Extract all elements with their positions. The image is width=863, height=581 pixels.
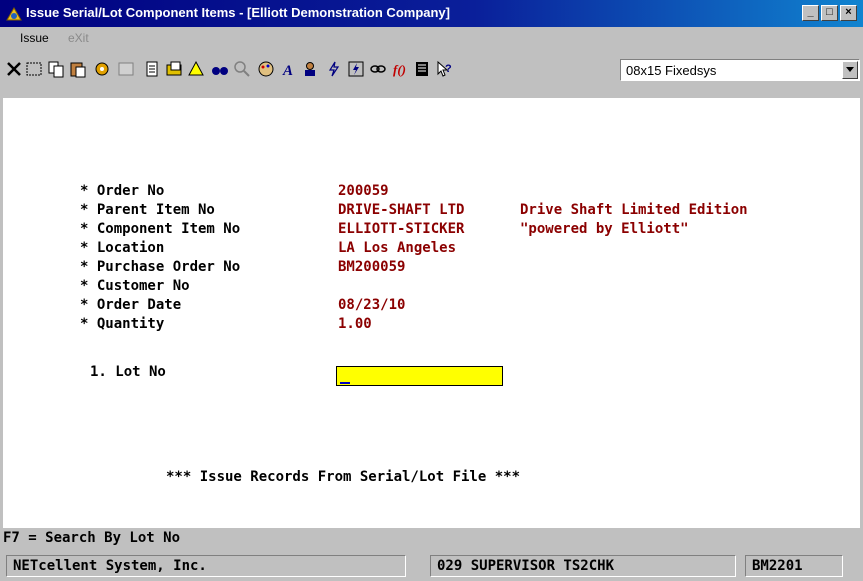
menu-exit[interactable]: eXit [68, 31, 89, 45]
issue-records-banner: *** Issue Records From Serial/Lot File *… [166, 469, 521, 485]
status-user: 029 SUPERVISOR TS2CHK [430, 555, 736, 577]
menu-bar: Issue eXit [0, 27, 863, 49]
field-value-component-item: ELLIOTT-STICKER [338, 221, 465, 237]
lightning-icon[interactable] [324, 58, 344, 80]
form-area: * Order No * Parent Item No * Component … [3, 98, 860, 528]
function-key-hint-bar: F7 = Search By Lot No [0, 528, 863, 549]
svg-text:f(): f() [393, 62, 406, 77]
settings-icon[interactable] [92, 58, 112, 80]
font-icon[interactable]: A [278, 58, 298, 80]
title-bar: Issue Serial/Lot Component Items - [Elli… [0, 0, 863, 27]
link-icon[interactable] [368, 58, 388, 80]
field-label-quantity: * Quantity [80, 316, 165, 332]
field-label-customer-no: * Customer No [80, 278, 190, 294]
field-desc-parent-item: Drive Shaft Limited Edition [520, 202, 748, 218]
minimize-button[interactable]: _ [802, 5, 819, 21]
app-icon [6, 7, 22, 21]
field-value-order-no: 200059 [338, 183, 389, 199]
notes-icon[interactable] [142, 58, 162, 80]
toolbar: A f() ? 08x15 Fixedsys [0, 50, 863, 98]
magnify-icon[interactable] [232, 58, 252, 80]
select-icon[interactable] [24, 58, 44, 80]
status-bar: NETcellent System, Inc. 029 SUPERVISOR T… [0, 549, 863, 581]
field-desc-component-item: "powered by Elliott" [520, 221, 689, 237]
help-icon[interactable]: ? [434, 58, 454, 80]
window-controls: _ □ × [802, 5, 857, 21]
field-value-location: LA Los Angeles [338, 240, 457, 256]
field-value-quantity: 1.00 [338, 316, 372, 332]
field-label-order-date: * Order Date [80, 297, 182, 313]
copy-icon[interactable] [46, 58, 66, 80]
text-cursor [340, 382, 350, 384]
field-value-purchase-order: BM200059 [338, 259, 406, 275]
palette-icon[interactable] [256, 58, 276, 80]
svg-text:?: ? [445, 63, 452, 75]
document-icon[interactable] [412, 58, 432, 80]
paste-icon[interactable] [68, 58, 88, 80]
user-icon[interactable] [300, 58, 320, 80]
properties-icon[interactable] [116, 58, 136, 80]
close-button[interactable]: × [840, 5, 857, 21]
chevron-down-icon[interactable] [842, 61, 858, 79]
maximize-button[interactable]: □ [821, 5, 838, 21]
lightning-alt-icon[interactable] [346, 58, 366, 80]
folder-icon[interactable] [164, 58, 184, 80]
function-icon[interactable]: f() [390, 58, 410, 80]
field-label-purchase-order: * Purchase Order No [80, 259, 241, 275]
binoculars-icon[interactable] [210, 58, 230, 80]
status-company: NETcellent System, Inc. [6, 555, 406, 577]
hint-text: F7 = Search By Lot No [3, 530, 181, 546]
window-title: Issue Serial/Lot Component Items - [Elli… [26, 5, 450, 20]
font-select[interactable]: 08x15 Fixedsys [620, 59, 860, 81]
lot-no-input[interactable] [336, 366, 503, 386]
status-code: BM2201 [745, 555, 843, 577]
warning-icon[interactable] [186, 58, 206, 80]
font-select-value: 08x15 Fixedsys [626, 63, 717, 78]
field-label-order-no: * Order No [80, 183, 165, 199]
field-value-order-date: 08/23/10 [338, 297, 406, 313]
field-label-location: * Location [80, 240, 165, 256]
cancel-icon[interactable] [4, 58, 24, 80]
lot-no-label: 1. Lot No [90, 364, 166, 380]
field-label-parent-item: * Parent Item No [80, 202, 215, 218]
menu-issue[interactable]: Issue [20, 31, 49, 45]
field-label-component-item: * Component Item No [80, 221, 241, 237]
svg-text:A: A [282, 63, 293, 78]
field-value-parent-item: DRIVE-SHAFT LTD [338, 202, 465, 218]
